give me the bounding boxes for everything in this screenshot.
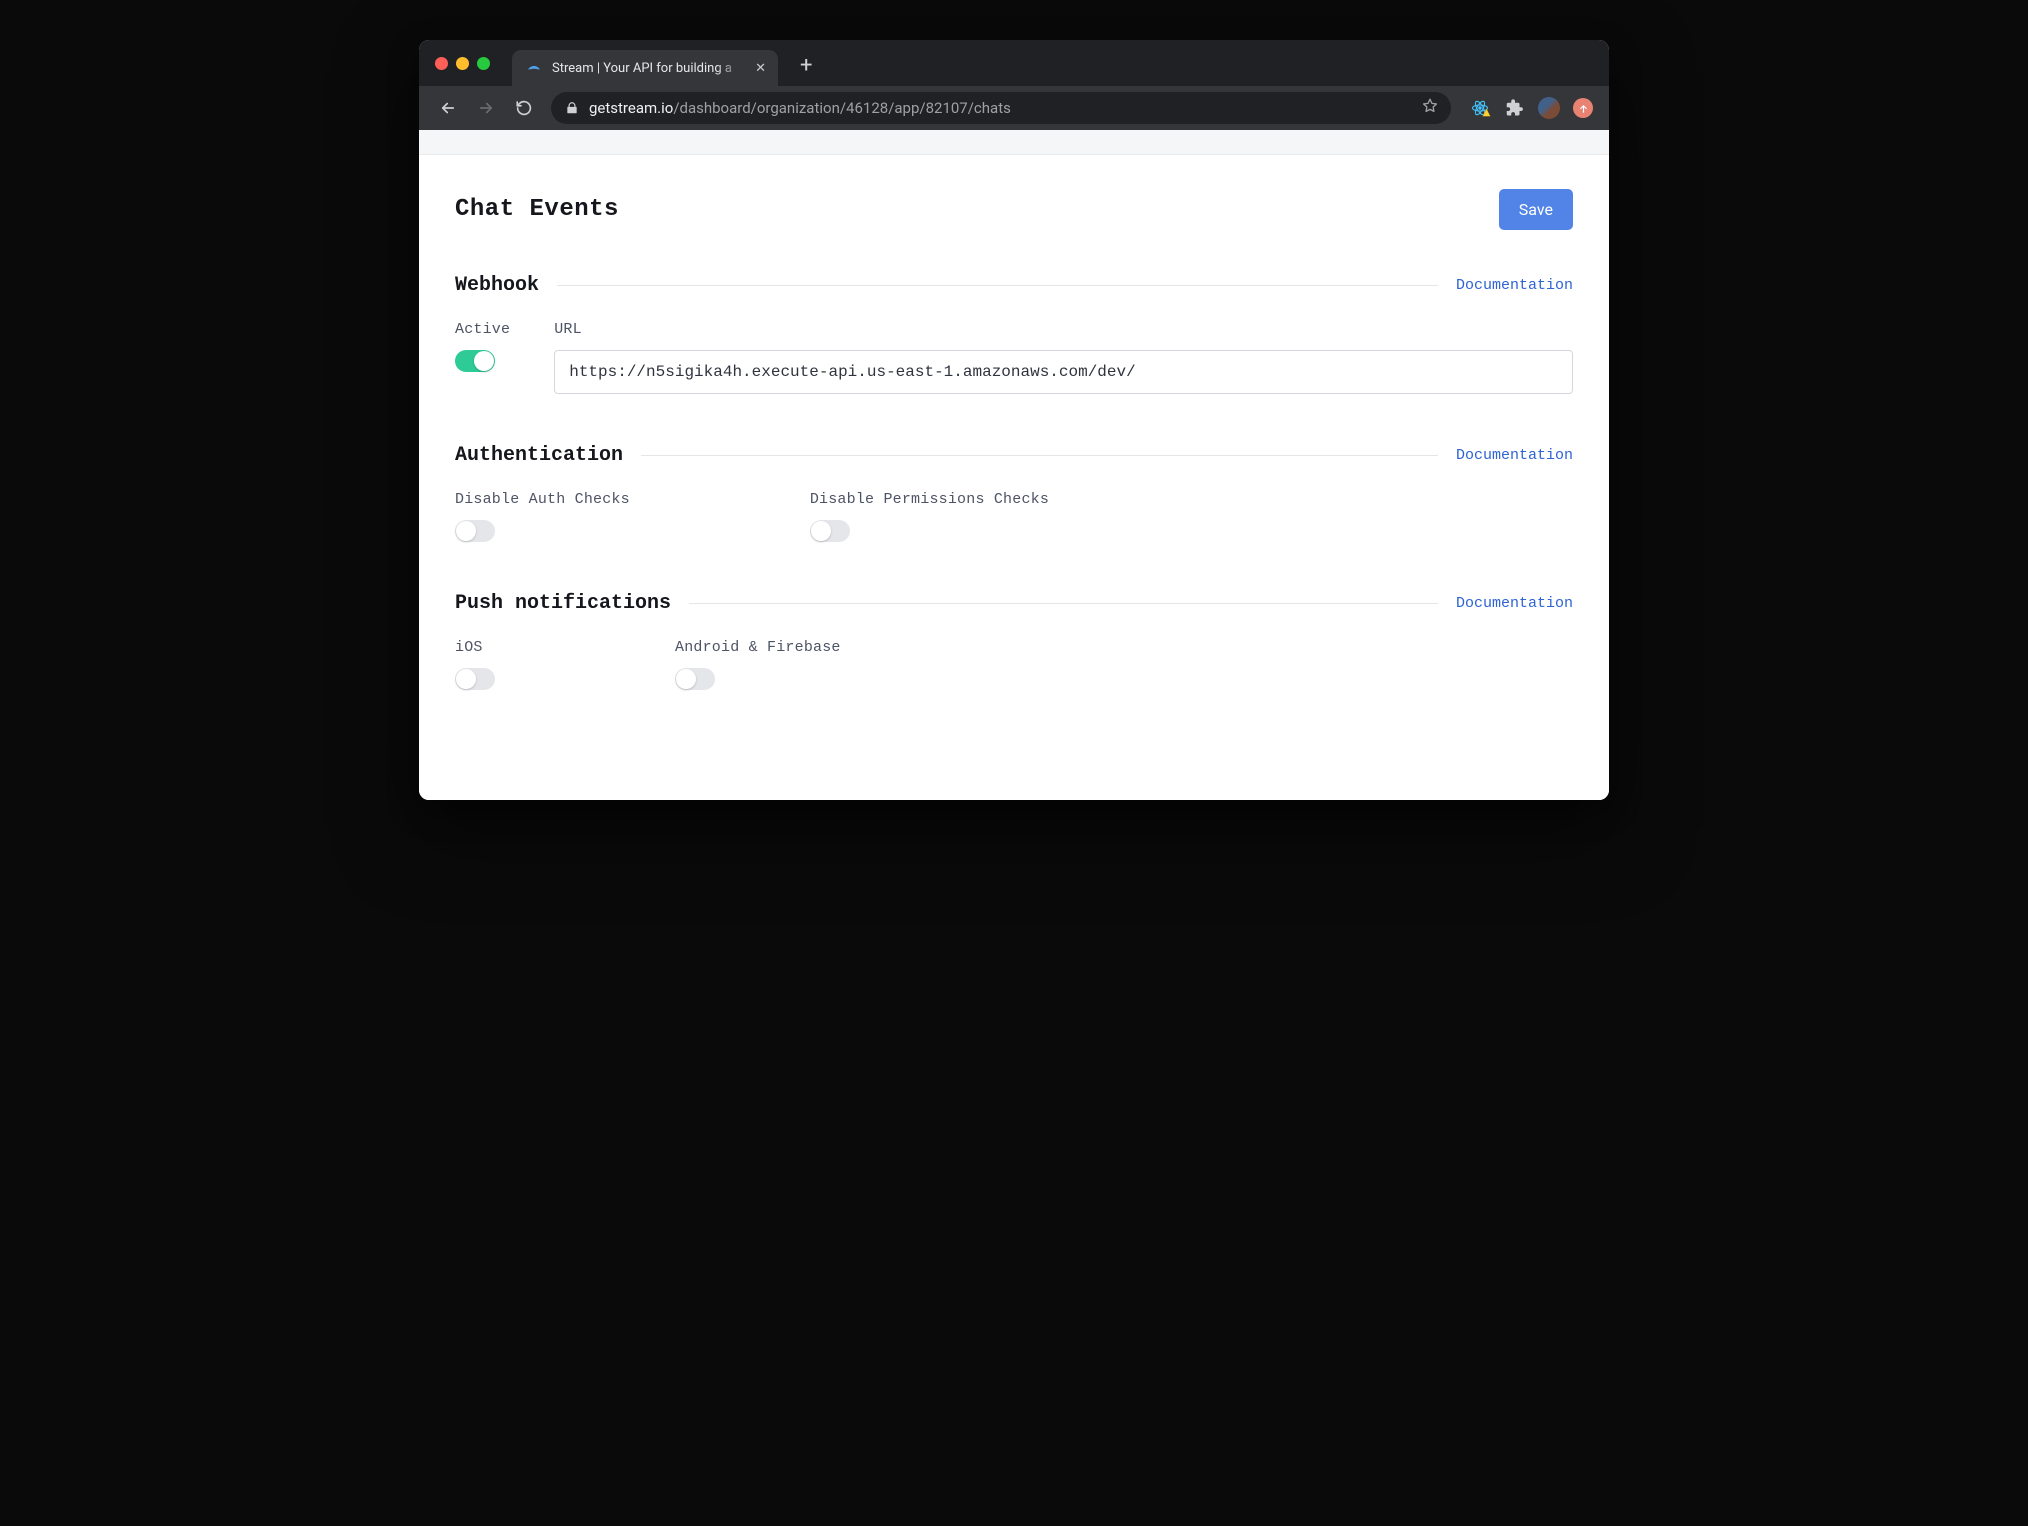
push-ios-col: iOS	[455, 639, 495, 690]
webhook-active-col: Active	[455, 321, 510, 394]
tab-title: Stream | Your API for building a	[552, 61, 745, 76]
webhook-active-toggle[interactable]	[455, 350, 495, 372]
profile-avatar[interactable]	[1535, 94, 1563, 122]
auth-disable-perm-col: Disable Permissions Checks	[810, 491, 1049, 542]
close-tab-icon[interactable]: ✕	[755, 61, 766, 76]
minimize-window-button[interactable]	[456, 57, 469, 70]
section-header-webhook: Webhook Documentation	[455, 274, 1573, 297]
forward-button[interactable]	[469, 91, 503, 125]
react-devtools-icon[interactable]	[1467, 94, 1495, 122]
divider	[641, 455, 1438, 456]
section-title-push: Push notifications	[455, 592, 671, 615]
tab-strip: Stream | Your API for building a ✕ +	[419, 40, 1609, 86]
push-android-toggle[interactable]	[675, 668, 715, 690]
stream-favicon-icon	[526, 60, 542, 76]
webhook-url-col: URL	[554, 321, 1573, 394]
section-body-push: iOS Android & Firebase	[455, 639, 1573, 690]
disable-perm-label: Disable Permissions Checks	[810, 491, 1049, 508]
section-body-auth: Disable Auth Checks Disable Permissions …	[455, 491, 1573, 542]
save-button[interactable]: Save	[1499, 189, 1573, 230]
toolbar-right	[1467, 94, 1597, 122]
extensions-icon[interactable]	[1501, 94, 1529, 122]
doc-link-push[interactable]: Documentation	[1456, 595, 1573, 612]
doc-link-auth[interactable]: Documentation	[1456, 447, 1573, 464]
push-ios-label: iOS	[455, 639, 495, 656]
update-badge-icon[interactable]	[1569, 94, 1597, 122]
doc-link-webhook[interactable]: Documentation	[1456, 277, 1573, 294]
page-content: Chat Events Save Webhook Documentation A…	[419, 154, 1609, 800]
disable-auth-label: Disable Auth Checks	[455, 491, 630, 508]
section-header-auth: Authentication Documentation	[455, 444, 1573, 467]
browser-toolbar: getstream.io/dashboard/organization/4612…	[419, 86, 1609, 130]
section-webhook: Webhook Documentation Active URL	[455, 274, 1573, 394]
push-android-col: Android & Firebase	[675, 639, 841, 690]
maximize-window-button[interactable]	[477, 57, 490, 70]
address-bar[interactable]: getstream.io/dashboard/organization/4612…	[551, 92, 1451, 124]
grey-strip	[419, 130, 1609, 154]
push-ios-toggle[interactable]	[455, 668, 495, 690]
page-title: Chat Events	[455, 196, 619, 223]
push-android-label: Android & Firebase	[675, 639, 841, 656]
url-text: getstream.io/dashboard/organization/4612…	[589, 99, 1011, 117]
lock-icon	[565, 101, 579, 115]
section-body-webhook: Active URL	[455, 321, 1573, 394]
webhook-url-input[interactable]	[554, 350, 1573, 394]
section-auth: Authentication Documentation Disable Aut…	[455, 444, 1573, 542]
section-header-push: Push notifications Documentation	[455, 592, 1573, 615]
bookmark-star-icon[interactable]	[1421, 97, 1439, 119]
browser-tab[interactable]: Stream | Your API for building a ✕	[512, 50, 778, 86]
disable-auth-toggle[interactable]	[455, 520, 495, 542]
page-header: Chat Events Save	[455, 189, 1573, 230]
section-title-auth: Authentication	[455, 444, 623, 467]
reload-button[interactable]	[507, 91, 541, 125]
window-controls	[435, 57, 490, 70]
auth-disable-auth-col: Disable Auth Checks	[455, 491, 630, 542]
browser-window: Stream | Your API for building a ✕ + get…	[419, 40, 1609, 800]
divider	[557, 285, 1438, 286]
section-title-webhook: Webhook	[455, 274, 539, 297]
back-button[interactable]	[431, 91, 465, 125]
divider	[689, 603, 1438, 604]
webhook-url-label: URL	[554, 321, 1573, 338]
close-window-button[interactable]	[435, 57, 448, 70]
new-tab-button[interactable]: +	[790, 52, 822, 80]
webhook-active-label: Active	[455, 321, 510, 338]
disable-perm-toggle[interactable]	[810, 520, 850, 542]
section-push: Push notifications Documentation iOS And…	[455, 592, 1573, 690]
